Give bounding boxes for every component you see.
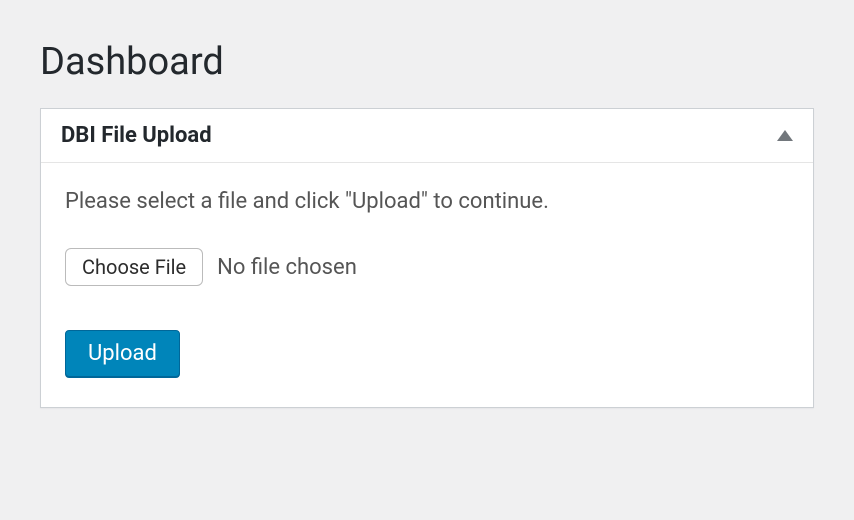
choose-file-button[interactable]: Choose File — [65, 248, 203, 286]
upload-instruction: Please select a file and click "Upload" … — [65, 189, 789, 214]
file-status-label: No file chosen — [217, 255, 357, 280]
upload-button[interactable]: Upload — [65, 330, 180, 377]
metabox-body: Please select a file and click "Upload" … — [41, 163, 813, 407]
page-title: Dashboard — [40, 40, 814, 84]
metabox-title: DBI File Upload — [61, 123, 212, 148]
metabox-header: DBI File Upload — [41, 109, 813, 163]
collapse-up-icon[interactable] — [777, 130, 793, 141]
file-input-row: Choose File No file chosen — [65, 248, 789, 286]
upload-metabox: DBI File Upload Please select a file and… — [40, 108, 814, 408]
